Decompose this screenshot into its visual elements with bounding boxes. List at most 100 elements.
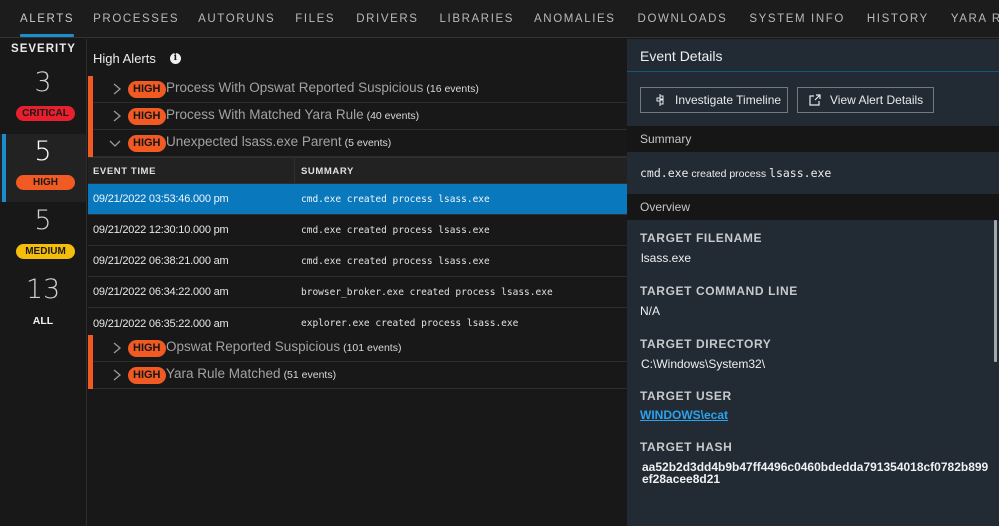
summary-target: lsass.exe (769, 166, 832, 180)
timeline-icon (653, 93, 667, 107)
critical-count: 3 (34, 67, 52, 98)
target-user-link[interactable]: WINDOWS\ecat (640, 408, 728, 422)
severity-bar (88, 335, 93, 362)
details-scrollbar[interactable] (994, 220, 997, 362)
target-filename-label: TARGET FILENAME (640, 231, 763, 245)
column-event-time[interactable]: EVENT TIME (88, 158, 295, 183)
event-count: (5 events) (344, 137, 392, 149)
all-label: ALL (32, 315, 54, 327)
alert-group-name: Unexpected lsass.exe Parent (5 events) (166, 134, 391, 149)
overview-section-header: Overview (627, 194, 999, 220)
alerts-title: High Alerts i (93, 51, 181, 66)
severity-bar (88, 130, 93, 157)
tab-anomalies[interactable]: ANOMALIES (534, 0, 616, 38)
alert-group-name: Process With Matched Yara Rule (40 events… (166, 107, 419, 122)
tab-downloads[interactable]: DOWNLOADS (638, 0, 728, 38)
top-nav: ALERTS PROCESSES AUTORUNS FILES DRIVERS … (0, 0, 999, 38)
severity-bar (88, 76, 93, 103)
severity-all[interactable]: 13 ALL (0, 272, 86, 340)
chevron-right-icon[interactable] (110, 81, 124, 97)
tab-libraries[interactable]: LIBRARIES (440, 0, 514, 38)
severity-high[interactable]: 5 HIGH (0, 134, 86, 202)
events-table: EVENT TIME SUMMARY 09/21/2022 03:53:46.0… (88, 157, 627, 339)
event-summary: cmd.exe created process lsass.exe (301, 193, 490, 205)
alert-group-name: Opswat Reported Suspicious (101 events) (166, 339, 401, 354)
event-time: 09/21/2022 06:38:21.000 am (93, 255, 229, 267)
tab-autoruns[interactable]: AUTORUNS (198, 0, 275, 38)
severity-title: SEVERITY (11, 43, 76, 55)
column-summary[interactable]: SUMMARY (295, 158, 354, 183)
info-icon[interactable]: i (169, 53, 181, 64)
external-link-icon (808, 93, 822, 107)
alert-name: Yara Rule Matched (166, 366, 281, 381)
chevron-right-icon[interactable] (110, 108, 124, 124)
event-count: (40 events) (366, 110, 420, 122)
summary-verb: created process (691, 168, 767, 180)
table-row[interactable]: 09/21/2022 06:38:21.000 am cmd.exe creat… (88, 246, 627, 277)
chevron-right-icon[interactable] (110, 340, 124, 356)
alert-group-name: Process With Opswat Reported Suspicious(… (166, 80, 479, 95)
investigate-timeline-label: Investigate Timeline (675, 93, 782, 107)
event-count: (101 events) (343, 342, 402, 354)
severity-bar (88, 362, 93, 389)
alert-group-expanded[interactable]: HIGH Unexpected lsass.exe Parent (5 event… (88, 130, 627, 157)
severity-bar (88, 103, 93, 130)
table-row-selected[interactable]: 09/21/2022 03:53:46.000 pm cmd.exe creat… (88, 184, 627, 215)
event-time: 09/21/2022 12:30:10.000 pm (93, 224, 229, 236)
target-directory-label: TARGET DIRECTORY (640, 337, 772, 351)
view-alert-details-label: View Alert Details (830, 93, 924, 107)
alert-group-name: Yara Rule Matched (51 events) (166, 366, 336, 381)
event-count: (51 events) (283, 369, 337, 381)
alert-name: Opswat Reported Suspicious (166, 339, 341, 354)
event-summary: cmd.exe created process lsass.exe (301, 224, 490, 236)
alert-group[interactable]: HIGH Process With Matched Yara Rule (40 e… (88, 103, 627, 130)
severity-medium[interactable]: 5 MEDIUM (0, 203, 86, 271)
target-hash-value: aa52b2d3dd4b9b47ff4496c0460bdedda7913540… (642, 460, 989, 486)
view-alert-details-button[interactable]: View Alert Details (797, 87, 934, 113)
tab-files[interactable]: FILES (295, 0, 335, 38)
medium-count: 5 (34, 205, 52, 236)
high-badge: HIGH (128, 340, 166, 357)
tab-history[interactable]: HISTORY (867, 0, 929, 38)
alerts-panel: High Alerts i HIGH Process With Opswat R… (88, 39, 627, 526)
alert-group[interactable]: HIGH Yara Rule Matched (51 events) (88, 362, 627, 389)
chevron-right-icon[interactable] (110, 367, 124, 383)
high-badge: HIGH (128, 108, 166, 125)
target-hash-label: TARGET HASH (640, 440, 733, 454)
table-row[interactable]: 09/21/2022 06:34:22.000 am browser_broke… (88, 277, 627, 308)
alert-name: Unexpected lsass.exe Parent (166, 134, 342, 149)
target-command-line-label: TARGET COMMAND LINE (640, 284, 798, 298)
alert-group[interactable]: HIGH Opswat Reported Suspicious (101 even… (88, 335, 627, 362)
alert-group[interactable]: HIGH Process With Opswat Reported Suspic… (88, 76, 627, 103)
tab-system-info[interactable]: SYSTEM INFO (749, 0, 845, 38)
event-time: 09/21/2022 06:34:22.000 am (93, 286, 229, 298)
event-count: (16 events) (426, 83, 479, 95)
investigate-timeline-button[interactable]: Investigate Timeline (640, 87, 788, 113)
table-header: EVENT TIME SUMMARY (88, 157, 627, 184)
tab-processes[interactable]: PROCESSES (93, 0, 179, 38)
alert-name: Process With Matched Yara Rule (166, 107, 364, 122)
tab-alerts[interactable]: ALERTS (20, 0, 75, 38)
event-time: 09/21/2022 06:35:22.000 am (93, 317, 229, 330)
target-command-line-value: N/A (640, 304, 661, 318)
target-user-label: TARGET USER (640, 389, 732, 403)
critical-badge: CRITICAL (16, 106, 75, 121)
event-summary: cmd.exe created process lsass.exe (301, 255, 490, 267)
chevron-down-icon[interactable] (107, 135, 121, 151)
event-summary: explorer.exe created process lsass.exe (301, 318, 519, 329)
table-row[interactable]: 09/21/2022 12:30:10.000 pm cmd.exe creat… (88, 215, 627, 246)
tab-drivers[interactable]: DRIVERS (356, 0, 418, 38)
high-badge: HIGH (16, 175, 75, 190)
target-directory-value: C:\Windows\System32\ (641, 357, 766, 371)
high-badge: HIGH (128, 367, 166, 384)
alerts-title-text: High Alerts (93, 51, 156, 66)
event-details-title: Event Details (627, 39, 999, 72)
event-summary: browser_broker.exe created process lsass… (301, 286, 553, 298)
high-badge: HIGH (128, 135, 166, 152)
summary-text: cmd.exe created process lsass.exe (640, 166, 831, 180)
tab-yara-rules[interactable]: YARA RULES (951, 0, 999, 38)
alert-name: Process With Opswat Reported Suspicious (166, 80, 424, 95)
high-badge: HIGH (128, 81, 166, 98)
severity-critical[interactable]: 3 CRITICAL (0, 65, 86, 133)
all-count: 13 (25, 274, 61, 305)
